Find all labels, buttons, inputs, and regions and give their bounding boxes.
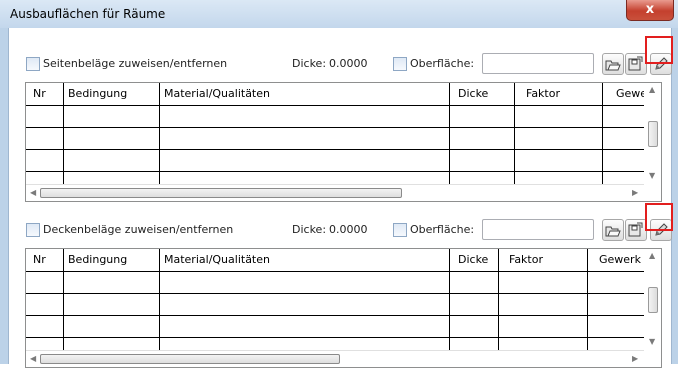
wall-table[interactable]: Nr Bedingung Material/Qualitäten Dicke F…	[25, 82, 662, 202]
scroll-thumb[interactable]	[648, 121, 658, 147]
ceiling-dicke-label: Dicke:	[292, 223, 327, 236]
save-icon	[628, 56, 643, 71]
col-bedingung: Bedingung	[68, 253, 128, 266]
wall-dicke-value: 0.0000	[329, 57, 368, 70]
wall-assign-checkbox[interactable]	[26, 57, 40, 71]
wall-assign-label: Seitenbeläge zuweisen/entfernen	[43, 57, 228, 70]
row-separator	[26, 127, 644, 128]
vertical-scrollbar[interactable]: ▲ ▼	[644, 249, 661, 350]
col-material: Material/Qualitäten	[164, 87, 270, 100]
scroll-down-icon: ▼	[649, 337, 656, 346]
wall-edit-highlight	[645, 36, 673, 64]
title-bar[interactable]: Ausbauflächen für Räume x	[0, 0, 678, 28]
ceiling-surface-field[interactable]	[482, 219, 594, 240]
scroll-up-icon: ▲	[649, 85, 656, 94]
col-material: Material/Qualitäten	[164, 253, 270, 266]
divider	[498, 249, 499, 350]
wall-save-button[interactable]	[625, 53, 647, 75]
ceiling-dicke-value: 0.0000	[329, 223, 368, 236]
row-separator	[26, 271, 644, 272]
col-faktor: Faktor	[526, 87, 560, 100]
scroll-right-icon: ▶	[632, 188, 639, 197]
horizontal-scrollbar[interactable]: ◀ ▶	[26, 184, 644, 201]
wall-dicke-label: Dicke:	[292, 57, 327, 70]
divider	[514, 83, 515, 184]
divider	[602, 83, 603, 184]
close-button[interactable]: x	[626, 0, 674, 21]
col-faktor: Faktor	[509, 253, 543, 266]
ceiling-table[interactable]: Nr Bedingung Material/Qualitäten Dicke F…	[25, 248, 662, 368]
vertical-scrollbar[interactable]: ▲ ▼	[644, 83, 661, 184]
horizontal-scroll-thumb[interactable]	[40, 188, 402, 198]
ceiling-assign-label: Deckenbeläge zuweisen/entfernen	[43, 223, 234, 236]
ceiling-open-button[interactable]	[602, 219, 624, 241]
scroll-left-icon: ◀	[30, 188, 37, 197]
divider	[449, 83, 450, 184]
row-separator	[26, 105, 644, 106]
scroll-up-icon: ▲	[649, 251, 656, 260]
close-icon: x	[645, 2, 655, 17]
row-separator	[26, 171, 644, 172]
wall-table-header: Nr Bedingung Material/Qualitäten Dicke F…	[26, 83, 661, 106]
divider	[63, 249, 64, 350]
dialog-window: Ausbauflächen für Räume x Seitenbeläge z…	[0, 0, 678, 368]
wall-open-button[interactable]	[602, 53, 624, 75]
col-gewerk: Gewerk	[599, 253, 641, 266]
col-dicke: Dicke	[458, 253, 489, 266]
horizontal-scrollbar[interactable]: ◀ ▶	[26, 350, 644, 367]
ceiling-coverings-section: Deckenbeläge zuweisen/entfernen Dicke: 0…	[8, 203, 673, 368]
folder-open-icon	[605, 60, 621, 71]
row-separator	[26, 337, 644, 338]
horizontal-scroll-thumb[interactable]	[40, 354, 340, 364]
divider	[159, 83, 160, 184]
wall-surface-label: Oberfläche:	[410, 57, 475, 70]
col-nr: Nr	[33, 87, 46, 100]
ceiling-save-button[interactable]	[625, 219, 647, 241]
divider	[159, 249, 160, 350]
save-icon	[628, 222, 643, 237]
ceiling-edit-highlight	[645, 203, 673, 231]
ceiling-surface-checkbox[interactable]	[393, 223, 407, 237]
divider	[63, 83, 64, 184]
ceiling-assign-checkbox[interactable]	[26, 223, 40, 237]
divider	[587, 249, 588, 350]
row-separator	[26, 149, 644, 150]
wall-surface-field[interactable]	[482, 53, 594, 74]
scroll-thumb[interactable]	[648, 287, 658, 313]
row-separator	[26, 315, 644, 316]
scroll-right-icon: ▶	[632, 354, 639, 363]
window-title: Ausbauflächen für Räume	[10, 7, 166, 21]
col-bedingung: Bedingung	[68, 87, 128, 100]
wall-surface-checkbox[interactable]	[393, 57, 407, 71]
ceiling-table-header: Nr Bedingung Material/Qualitäten Dicke F…	[26, 249, 661, 272]
wall-coverings-section: Seitenbeläge zuweisen/entfernen Dicke: 0…	[8, 36, 673, 202]
folder-open-icon	[605, 226, 621, 237]
col-dicke: Dicke	[458, 87, 489, 100]
scroll-down-icon: ▼	[649, 171, 656, 180]
scroll-left-icon: ◀	[30, 354, 37, 363]
row-separator	[26, 293, 644, 294]
col-nr: Nr	[33, 253, 46, 266]
ceiling-surface-label: Oberfläche:	[410, 223, 475, 236]
divider	[449, 249, 450, 350]
